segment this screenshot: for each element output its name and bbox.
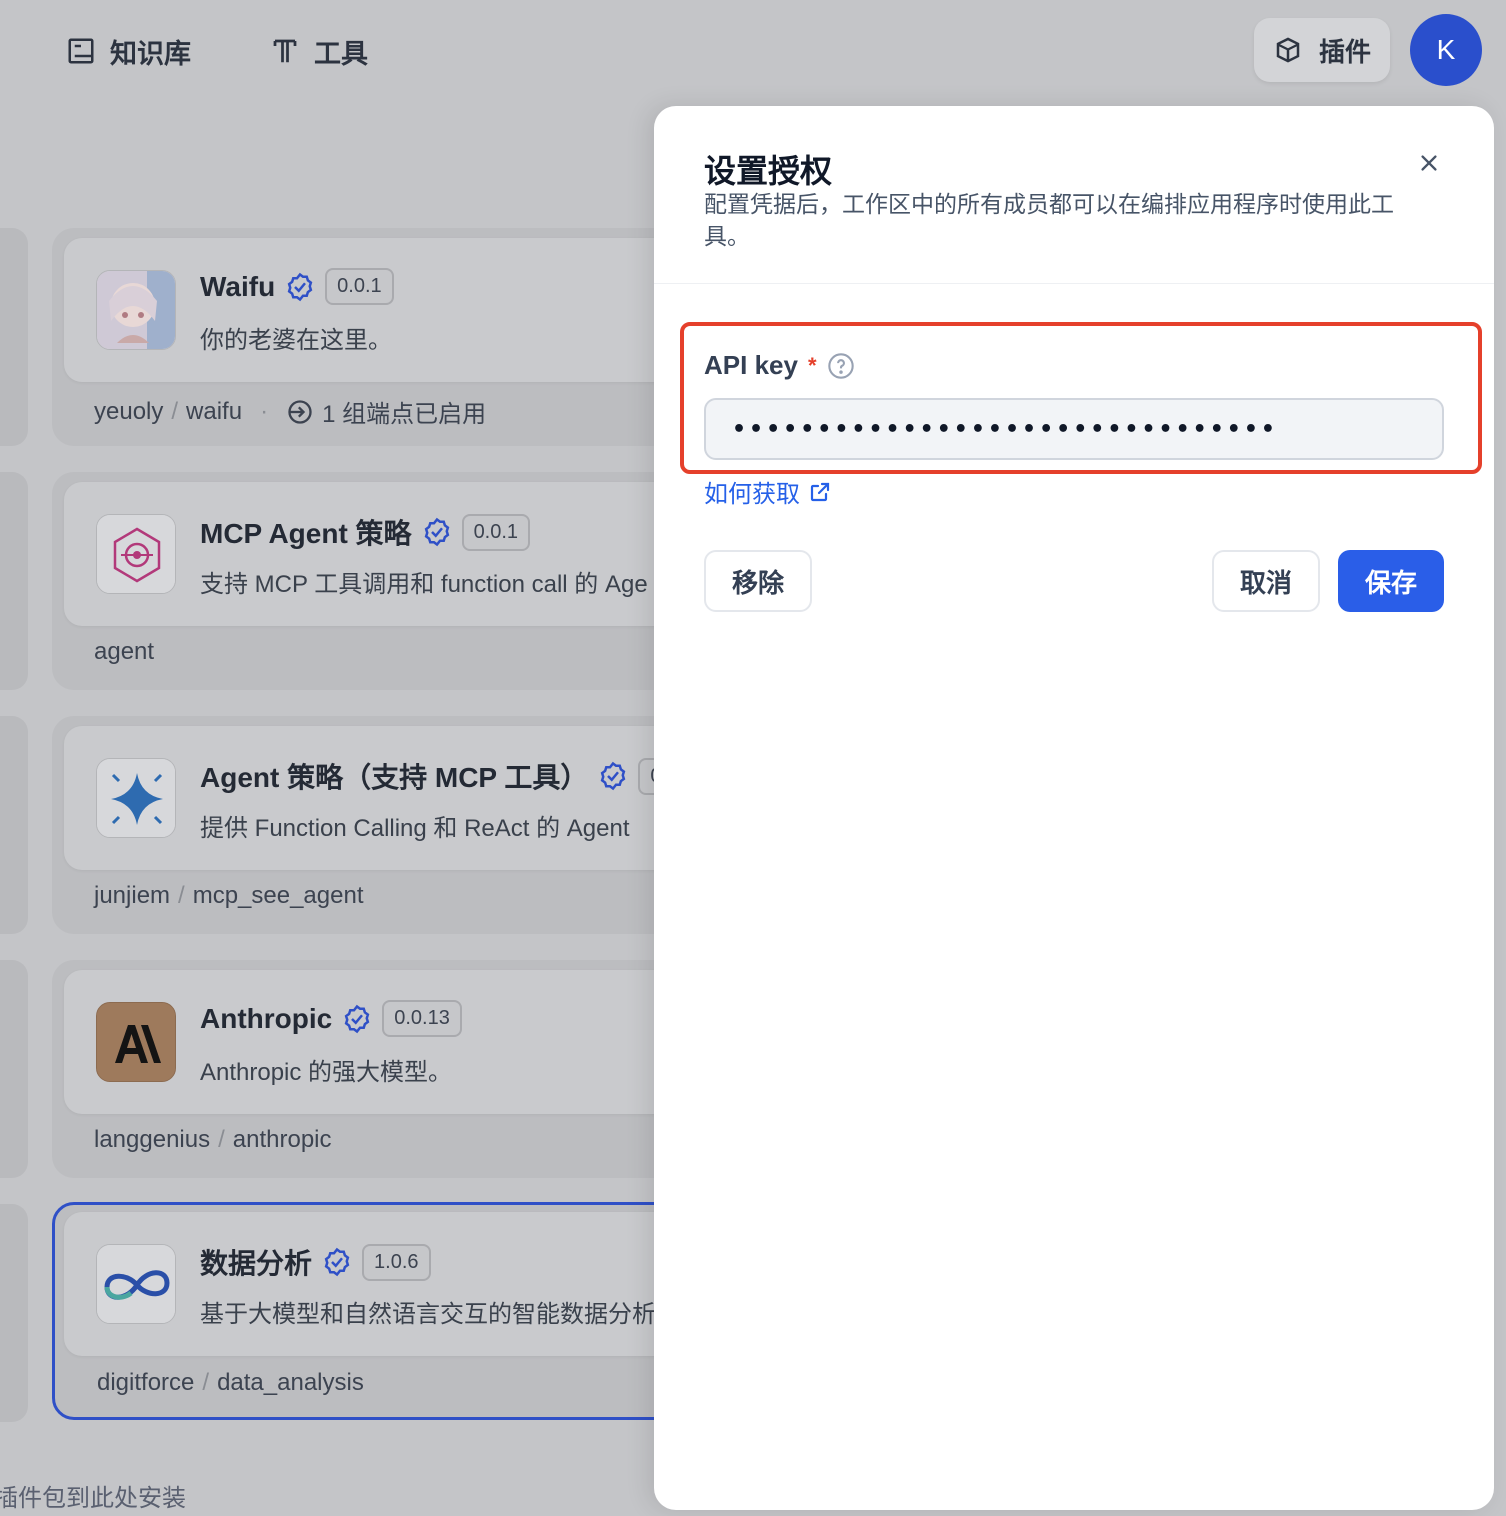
repo: waifu <box>186 397 243 425</box>
modal-header: 设置授权 配置凭据后，工作区中的所有成员都可以在编排应用程序时使用此工具。 <box>654 106 1494 284</box>
tool-icon <box>273 39 297 63</box>
nav-tools-label: 工具 <box>314 38 368 69</box>
author: digitforce <box>97 1369 195 1396</box>
card-footer: junjiem / mcp_see_agent <box>94 882 364 910</box>
version-badge: 1.0.6 <box>362 1243 431 1281</box>
version-badge: 0.0.13 <box>382 1000 462 1037</box>
card-description: 基于大模型和自然语言交互的智能数据分析 <box>200 1301 656 1328</box>
card-title-row: MCP Agent 策略 0.0.1 <box>200 512 531 552</box>
save-button[interactable]: 保存 <box>1338 550 1444 612</box>
external-link-icon <box>810 482 830 501</box>
separator: / <box>171 397 179 425</box>
card-body: Anthropic 0.0.13 Anthropic 的强大模型。 <box>64 970 692 1114</box>
close-button[interactable] <box>1414 148 1444 178</box>
api-key-label-text: API key <box>704 350 798 380</box>
author: langgenius <box>94 1126 211 1153</box>
card-description: 你的老婆在这里。 <box>200 327 392 354</box>
plugins-button[interactable]: 插件 <box>1254 18 1390 82</box>
separator: / <box>202 1369 210 1396</box>
required-mark: * <box>807 352 817 378</box>
card-body: Agent 策略（支持 MCP 工具） 0 提供 Function Callin… <box>64 726 692 870</box>
repo: mcp_see_agent <box>192 882 364 909</box>
author: yeuoly <box>94 397 164 425</box>
how-to-get-link[interactable]: 如何获取 <box>704 474 832 509</box>
repo: data_analysis <box>217 1369 364 1396</box>
plugin-card-mcp-agent[interactable]: MCP Agent 策略 0.0.1 支持 MCP 工具调用和 function… <box>52 472 692 690</box>
left-card-stub <box>0 1204 28 1422</box>
avatar[interactable]: K <box>1410 14 1482 86</box>
left-card-stub <box>0 472 28 690</box>
infinity-icon <box>96 1244 176 1324</box>
mcp-agent-plugin-icon <box>96 514 176 594</box>
left-card-stub <box>0 960 28 1178</box>
verified-icon <box>324 1247 350 1277</box>
left-card-stub <box>0 716 28 934</box>
cancel-button[interactable]: 取消 <box>1212 550 1320 612</box>
dot-separator: · <box>260 397 269 425</box>
card-footer: yeuoly / waifu · 1 组端点已启用 <box>94 394 486 429</box>
card-footer: agent <box>94 638 154 666</box>
separator: / <box>178 882 185 909</box>
api-key-input[interactable] <box>704 398 1444 460</box>
verified-icon <box>601 761 626 791</box>
verified-icon <box>344 1004 370 1033</box>
verified-icon <box>287 272 313 301</box>
card-title-row: Agent 策略（支持 MCP 工具） 0 <box>200 756 674 796</box>
how-to-get-label: 如何获取 <box>704 481 800 508</box>
version-badge: 0.0.1 <box>461 513 531 551</box>
version-badge: 0.0.1 <box>325 268 394 305</box>
anthropic-plugin-icon <box>96 1002 176 1082</box>
plugin-card-anthropic[interactable]: Anthropic 0.0.13 Anthropic 的强大模型。 langge… <box>52 960 692 1178</box>
card-body: Waifu 0.0.1 你的老婆在这里。 <box>64 238 692 382</box>
help-circle-icon[interactable] <box>827 352 855 380</box>
modal-title: 设置授权 <box>704 153 833 189</box>
auth-settings-modal: 设置授权 配置凭据后，工作区中的所有成员都可以在编排应用程序时使用此工具。 AP… <box>654 106 1494 1510</box>
left-card-stub <box>0 228 28 446</box>
remove-button[interactable]: 移除 <box>704 550 812 612</box>
card-title: Anthropic <box>200 1002 333 1034</box>
waifu-plugin-icon <box>96 270 176 350</box>
package-icon <box>1276 37 1300 63</box>
card-title: Waifu <box>200 270 276 302</box>
card-title-row: Anthropic 0.0.13 <box>200 1000 462 1037</box>
close-icon <box>1421 155 1437 171</box>
author: agent <box>94 638 155 665</box>
card-body: 数据分析 1.0.6 基于大模型和自然语言交互的智能数据分析 <box>64 1212 692 1356</box>
agent-strategy-plugin-icon <box>96 758 176 838</box>
book-icon <box>68 38 94 64</box>
card-footer: digitforce / data_analysis <box>97 1369 364 1397</box>
drop-install-hint: 插件包到此处安装 <box>0 1485 186 1512</box>
nav-knowledge-label: 知识库 <box>110 38 191 69</box>
card-title: Agent 策略（支持 MCP 工具） <box>200 762 589 793</box>
card-title: 数据分析 <box>200 1248 313 1279</box>
nav-knowledge[interactable]: 知识库 <box>66 28 191 74</box>
plugin-card-agent-strategy[interactable]: Agent 策略（支持 MCP 工具） 0 提供 Function Callin… <box>52 716 692 934</box>
card-title: MCP Agent 策略 <box>200 518 412 549</box>
nav-tools[interactable]: 工具 <box>270 28 368 74</box>
card-description: 提供 Function Calling 和 ReAct 的 Agent <box>200 815 630 842</box>
repo: anthropic <box>232 1126 332 1153</box>
author: junjiem <box>94 882 171 909</box>
card-title-row: 数据分析 1.0.6 <box>200 1242 431 1282</box>
endpoint-icon <box>288 399 312 424</box>
card-body: MCP Agent 策略 0.0.1 支持 MCP 工具调用和 function… <box>64 482 692 626</box>
card-description: 支持 MCP 工具调用和 function call 的 Age <box>200 571 648 598</box>
plugin-card-data-analysis[interactable]: 数据分析 1.0.6 基于大模型和自然语言交互的智能数据分析 digitforc… <box>52 1202 692 1420</box>
endpoints-status: 1 组端点已启用 <box>322 401 487 428</box>
api-key-label: API key * <box>704 350 855 381</box>
separator: / <box>218 1126 225 1153</box>
top-nav: 知识库 工具 插件 K <box>0 0 1506 106</box>
verified-icon <box>424 517 449 547</box>
card-footer: langgenius / anthropic <box>94 1126 332 1154</box>
card-title-row: Waifu 0.0.1 <box>200 268 394 305</box>
plugin-card-waifu[interactable]: Waifu 0.0.1 你的老婆在这里。 yeuoly / waifu · 1 … <box>52 228 692 446</box>
card-description: Anthropic 的强大模型。 <box>200 1059 453 1086</box>
plugins-label: 插件 <box>1318 36 1371 67</box>
modal-subtitle: 配置凭据后，工作区中的所有成员都可以在编排应用程序时使用此工具。 <box>704 191 1394 249</box>
